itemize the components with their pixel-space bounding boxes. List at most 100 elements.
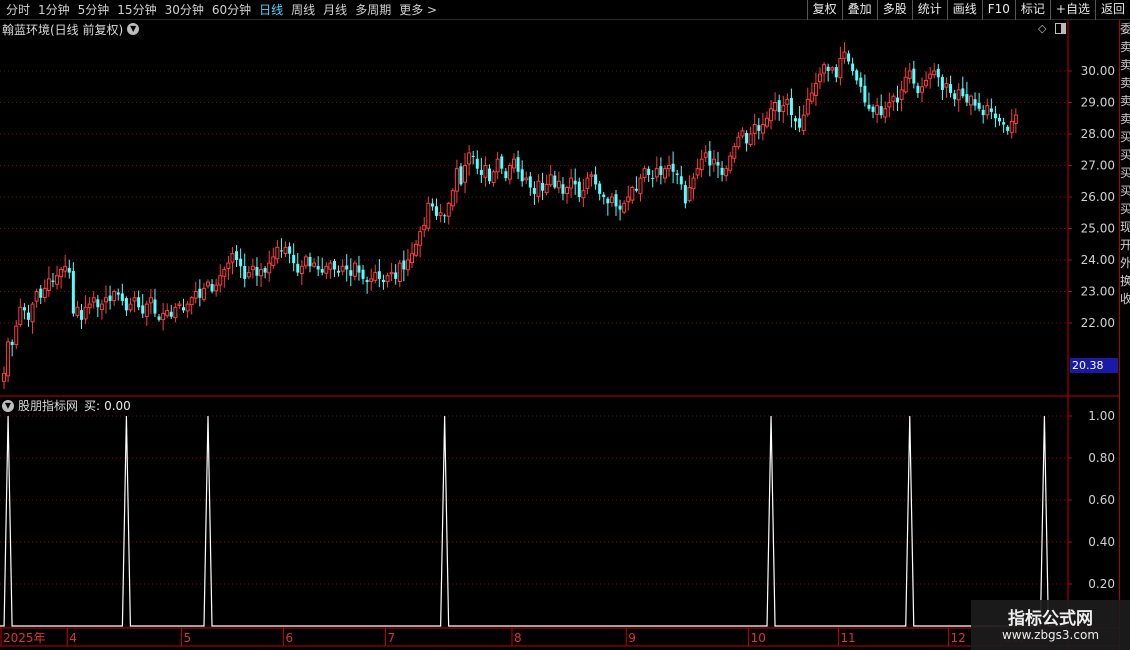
x-tick-label: 9 <box>628 631 636 645</box>
price-tick-label: 27.00 <box>1081 159 1115 173</box>
candle-body-down <box>679 176 683 185</box>
candle-body-up <box>801 114 806 131</box>
candle-body-up <box>695 168 700 176</box>
candle-body-up <box>161 313 166 321</box>
candle-body-up <box>55 275 60 285</box>
candle-body-up <box>352 262 357 277</box>
candle-body-up <box>422 224 427 231</box>
side-panel-row: 买 <box>1120 200 1130 218</box>
candle-body-up <box>732 146 737 159</box>
candle-body-down <box>263 268 267 273</box>
candle-body-up <box>838 57 843 79</box>
candle-body-up <box>1013 114 1018 124</box>
candle-body-up <box>585 177 590 189</box>
candle-body-down <box>594 174 598 185</box>
candle-body-up <box>259 268 264 277</box>
indicator-tick-label: 0.60 <box>1088 493 1115 507</box>
candle-body-down <box>337 270 341 273</box>
candle-body-up <box>99 303 104 311</box>
candle-body-up <box>275 246 280 260</box>
candle-body-up <box>899 89 904 101</box>
candle-body-down <box>488 168 492 182</box>
x-tick-label: 4 <box>69 631 77 645</box>
candle-body-up <box>373 272 378 281</box>
candle-body-down <box>953 93 957 100</box>
candle-body-down <box>720 167 724 175</box>
candle-body-down <box>671 163 675 172</box>
candle-body-up <box>883 108 888 118</box>
chevron-down-icon[interactable]: ▼ <box>2 399 14 412</box>
candle-body-up <box>569 177 574 189</box>
candle-body-down <box>1006 126 1010 131</box>
candle-body-up <box>830 67 835 71</box>
candle-body-down <box>798 118 802 128</box>
candle-body-up <box>177 303 182 306</box>
candle-body-down <box>288 246 292 254</box>
candle-body-up <box>548 174 553 186</box>
candle-body-up <box>691 177 696 190</box>
candle-body-up <box>785 98 790 105</box>
candle-body-up <box>426 202 431 229</box>
candle-body-down <box>851 63 855 71</box>
candle-body-down <box>659 166 663 175</box>
candle-body-up <box>985 105 990 116</box>
candle-body-up <box>728 155 733 171</box>
quote-side-panel: 委卖卖卖卖卖买买买买买现开外换收 <box>1119 20 1130 650</box>
candle-body-down <box>255 266 259 276</box>
watermark: 指标公式网 www.zbgs3.com <box>971 600 1130 650</box>
candle-body-up <box>112 291 117 302</box>
candle-body-up <box>30 303 35 323</box>
candle-body-down <box>863 85 867 103</box>
candle-body-up <box>622 202 627 213</box>
candle-body-up <box>340 265 345 272</box>
y-tick-labels: 22.00 23.00 24.00 25.00 26.00 27.00 28.00 29.00… <box>1068 64 1115 591</box>
candle-body-up <box>903 76 908 93</box>
candle-body-up <box>397 262 402 283</box>
candle-body-down <box>998 117 1002 122</box>
x-tick-label: 6 <box>286 631 294 645</box>
candle-body-up <box>91 297 96 303</box>
candle-body-down <box>847 53 851 62</box>
candle-body-up <box>842 51 847 59</box>
candle-body-up <box>132 297 137 302</box>
candle-body-up <box>907 70 912 79</box>
candle-body-down <box>296 263 300 273</box>
side-panel-row: 卖 <box>1120 56 1130 74</box>
candle-body-down <box>394 272 398 279</box>
candle-body-down <box>141 305 145 314</box>
candle-body-down <box>598 183 602 194</box>
candle-body-down <box>332 260 336 270</box>
candle-body-down <box>67 267 71 273</box>
candle-body-up <box>805 98 810 115</box>
candle-body-up <box>924 79 929 86</box>
candle-body-up <box>2 372 6 382</box>
indicator-tick-label: 0.20 <box>1088 577 1115 591</box>
candle-body-down <box>1002 122 1006 125</box>
candle-body-up <box>687 187 692 202</box>
candle-body-down <box>977 102 981 109</box>
indicator-label: 买: <box>84 399 101 413</box>
candle-body-up <box>740 130 745 137</box>
price-tick-label: 23.00 <box>1081 285 1115 299</box>
indicator-tick-label: 0.40 <box>1088 535 1115 549</box>
candle-body-up <box>642 168 647 178</box>
candle-body-up <box>809 92 814 102</box>
candle-body-down <box>124 298 128 311</box>
candle-body-up <box>589 174 594 177</box>
candle-body-down <box>528 176 532 188</box>
candle-body-up <box>14 325 19 345</box>
x-tick-labels: 2025年456789101112202 <box>0 628 1027 646</box>
candle-body-up <box>389 272 394 275</box>
candle-body-down <box>137 297 141 308</box>
chart-canvas[interactable]: 22.00 23.00 24.00 25.00 26.00 27.00 28.00 29.00… <box>0 0 1130 650</box>
candle-body-up <box>226 262 231 269</box>
candle-body-up <box>222 268 227 277</box>
candle-body-down <box>553 175 557 188</box>
candle-body-down <box>235 251 239 260</box>
candle-body-down <box>936 68 940 78</box>
candle-body-down <box>430 203 434 207</box>
candle-body-down <box>504 171 508 179</box>
candle-body-down <box>794 118 798 122</box>
candle-body-down <box>80 310 84 320</box>
side-panel-row: 现 <box>1120 218 1130 236</box>
